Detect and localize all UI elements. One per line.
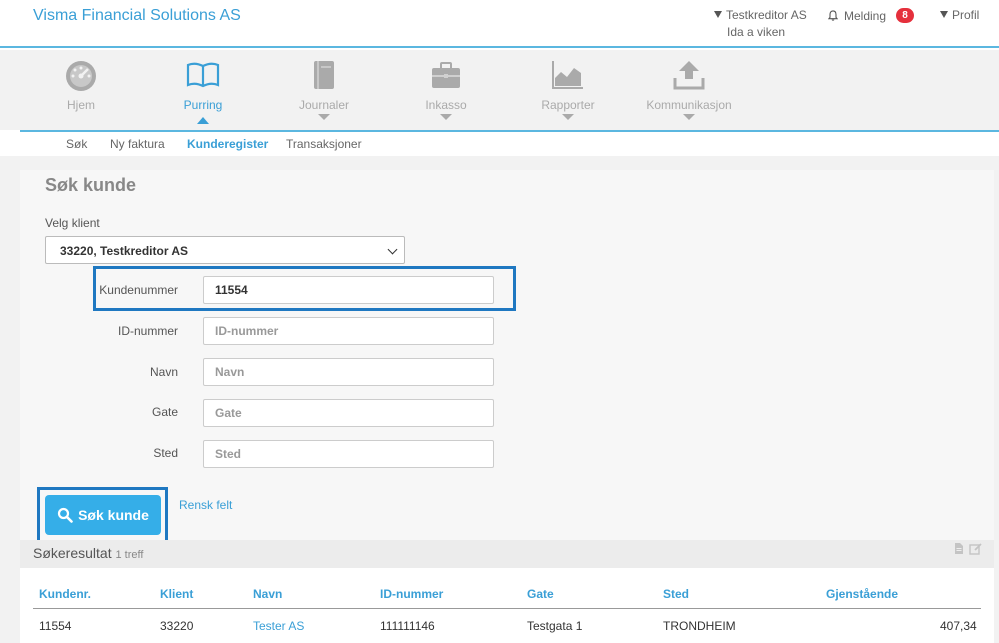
profile-menu[interactable]: Profil: [940, 8, 979, 22]
nav-label: Inkasso: [425, 98, 467, 112]
speedometer-icon: [66, 61, 96, 91]
open-book-icon: [186, 62, 220, 88]
navn-label: Navn: [149, 365, 178, 379]
nav-item-inkasso[interactable]: Inkasso: [391, 58, 501, 120]
messages-button[interactable]: Melding 8: [828, 8, 915, 23]
clear-fields-link[interactable]: Rensk felt: [179, 498, 232, 512]
nav-item-kommunikasjon[interactable]: Kommunikasjon: [634, 58, 744, 120]
subnav-sok[interactable]: Søk: [66, 137, 87, 151]
column-header-sted[interactable]: Sted: [663, 587, 689, 601]
search-panel: [20, 170, 994, 540]
results-title-text: Søkeresultat: [33, 545, 112, 561]
results-count: 1 treff: [115, 549, 144, 561]
subnav-ny-faktura[interactable]: Ny faktura: [110, 137, 165, 151]
nav-label: Hjem: [66, 98, 95, 112]
creditor-name: Testkreditor AS: [726, 8, 807, 22]
nav-item-purring[interactable]: Purring: [148, 58, 258, 124]
results-actions: [953, 542, 983, 560]
caret-down-icon: [940, 11, 948, 18]
column-header-navn[interactable]: Navn: [253, 587, 282, 601]
table-cell-kundenr: 11554: [39, 619, 72, 633]
table-cell-klient: 33220: [160, 619, 194, 633]
results-header-bar: [20, 540, 994, 568]
journal-icon: [314, 61, 334, 89]
highlight-box-kundenummer: [93, 266, 516, 311]
nav-label: Journaler: [298, 98, 350, 112]
search-customer-button[interactable]: Søk kunde: [45, 495, 161, 535]
nav-item-rapporter[interactable]: Rapporter: [513, 58, 623, 120]
document-icon[interactable]: [953, 542, 965, 555]
column-header-gjenstaende[interactable]: Gjenstående: [826, 587, 898, 601]
caret-down-icon: [562, 114, 574, 120]
nav-item-journaler[interactable]: Journaler: [269, 58, 379, 120]
column-header-kundenr[interactable]: Kundenr.: [39, 587, 91, 601]
column-header-id-nummer[interactable]: ID-nummer: [380, 587, 443, 601]
client-select[interactable]: 33220, Testkreditor AS: [45, 236, 405, 264]
column-header-klient[interactable]: Klient: [160, 587, 193, 601]
search-icon: [57, 507, 73, 523]
caret-down-icon: [714, 11, 722, 18]
messages-label: Melding: [844, 8, 887, 23]
briefcase-icon: [432, 62, 460, 88]
client-select-value: 33220, Testkreditor AS: [60, 244, 189, 258]
page-title: Søk kunde: [45, 175, 137, 195]
navn-input[interactable]: Navn: [203, 358, 494, 386]
caret-down-icon: [318, 114, 330, 120]
nav-label: Kommunikasjon: [646, 98, 732, 112]
id-nummer-input[interactable]: ID-nummer: [203, 317, 494, 345]
subnav-kunderegister[interactable]: Kunderegister: [187, 137, 268, 151]
bell-icon: [828, 10, 838, 21]
table-cell-gjenstaende: 407,34: [940, 619, 977, 633]
messages-count-badge: 8: [896, 8, 915, 23]
table-cell-navn-link[interactable]: Tester AS: [253, 619, 304, 633]
subnav-transaksjoner[interactable]: Transaksjoner: [286, 137, 362, 151]
user-name: Ida a viken: [727, 25, 786, 39]
id-nummer-label: ID-nummer: [117, 324, 178, 338]
gate-input[interactable]: Gate: [203, 399, 494, 427]
nav-label: Rapporter: [541, 98, 595, 112]
column-header-gate[interactable]: Gate: [527, 587, 554, 601]
results-title: Søkeresultat 1 treff: [33, 545, 143, 561]
table-cell-id-nummer: 111111146: [380, 619, 435, 633]
table-cell-gate: Testgata 1: [527, 619, 583, 633]
nav-item-hjem[interactable]: Hjem: [26, 58, 136, 112]
creditor-selector[interactable]: Testkreditor AS Ida a viken: [714, 8, 807, 39]
table-header-divider: [33, 608, 981, 609]
client-label: Velg klient: [45, 216, 100, 230]
sted-label: Sted: [153, 446, 178, 460]
caret-down-icon: [440, 114, 452, 120]
active-indicator: [197, 117, 209, 124]
profile-label: Profil: [952, 8, 980, 22]
sub-nav: Søk Ny faktura Kunderegister Transaksjon…: [20, 130, 999, 156]
edit-icon[interactable]: [969, 542, 983, 555]
sted-input[interactable]: Sted: [203, 440, 494, 468]
main-nav: Hjem Purring Journaler Inkasso Rapporter…: [0, 50, 999, 130]
table-cell-sted: TRONDHEIM: [663, 619, 736, 633]
caret-down-icon: [683, 114, 695, 120]
chevron-down-icon: [387, 244, 398, 255]
upload-icon: [673, 61, 705, 90]
brand-name[interactable]: Visma Financial Solutions AS: [33, 7, 241, 25]
search-button-label: Søk kunde: [78, 507, 149, 523]
gate-label: Gate: [151, 405, 178, 419]
area-chart-icon: [552, 61, 583, 89]
nav-label: Purring: [183, 98, 223, 112]
top-header: Visma Financial Solutions AS Testkredito…: [0, 0, 999, 48]
